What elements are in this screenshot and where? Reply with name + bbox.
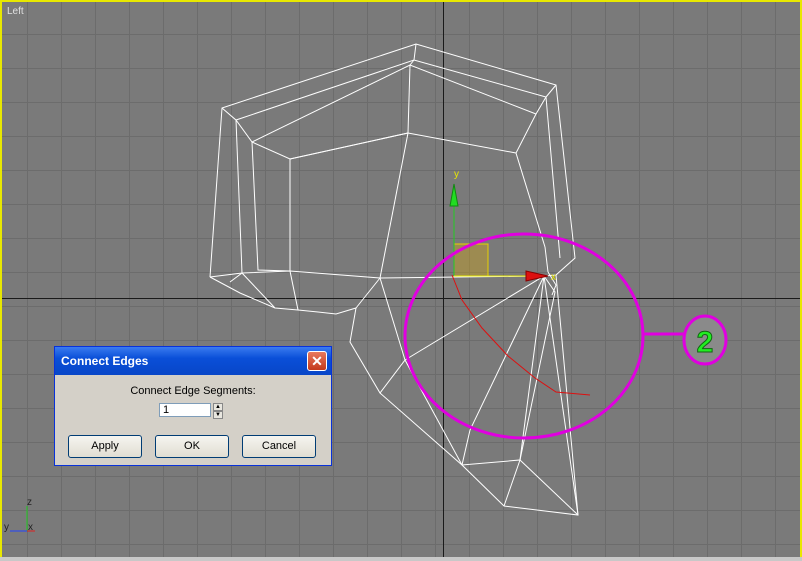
dialog-body: Connect Edge Segments: 1 ▲ ▼ Apply OK Ca… <box>55 375 331 465</box>
dialog-titlebar[interactable]: Connect Edges ✕ <box>55 347 331 375</box>
dialog-title: Connect Edges <box>61 354 149 368</box>
transform-gizmo[interactable] <box>449 183 549 282</box>
gizmo-x-label: x <box>551 272 556 283</box>
apply-button[interactable]: Apply <box>68 435 142 458</box>
tripod-z-label: z <box>27 497 32 508</box>
callout-number: 2 <box>697 326 714 359</box>
connect-edges-dialog[interactable]: Connect Edges ✕ Connect Edge Segments: 1… <box>54 346 332 466</box>
left-viewport[interactable]: Left y x 2 z y x Connect Edges ✕ Connect… <box>0 0 802 561</box>
tripod-x-label: x <box>28 522 33 533</box>
spinner-up-icon[interactable]: ▲ <box>213 403 223 411</box>
ok-button[interactable]: OK <box>155 435 229 458</box>
scene: y x 2 z y x <box>4 43 728 533</box>
segments-label: Connect Edge Segments: <box>130 385 256 397</box>
bottom-strip <box>0 557 802 561</box>
cancel-button[interactable]: Cancel <box>242 435 316 458</box>
spinner-down-icon[interactable]: ▼ <box>213 411 223 419</box>
gizmo-y-label: y <box>454 169 459 180</box>
close-icon[interactable]: ✕ <box>307 351 327 371</box>
tripod-y-label: y <box>4 522 9 533</box>
segments-input[interactable]: 1 <box>159 403 211 417</box>
connected-edge-line <box>451 274 591 396</box>
highlight-ellipse <box>403 232 645 440</box>
segments-spinner[interactable]: ▲ ▼ <box>213 403 223 419</box>
